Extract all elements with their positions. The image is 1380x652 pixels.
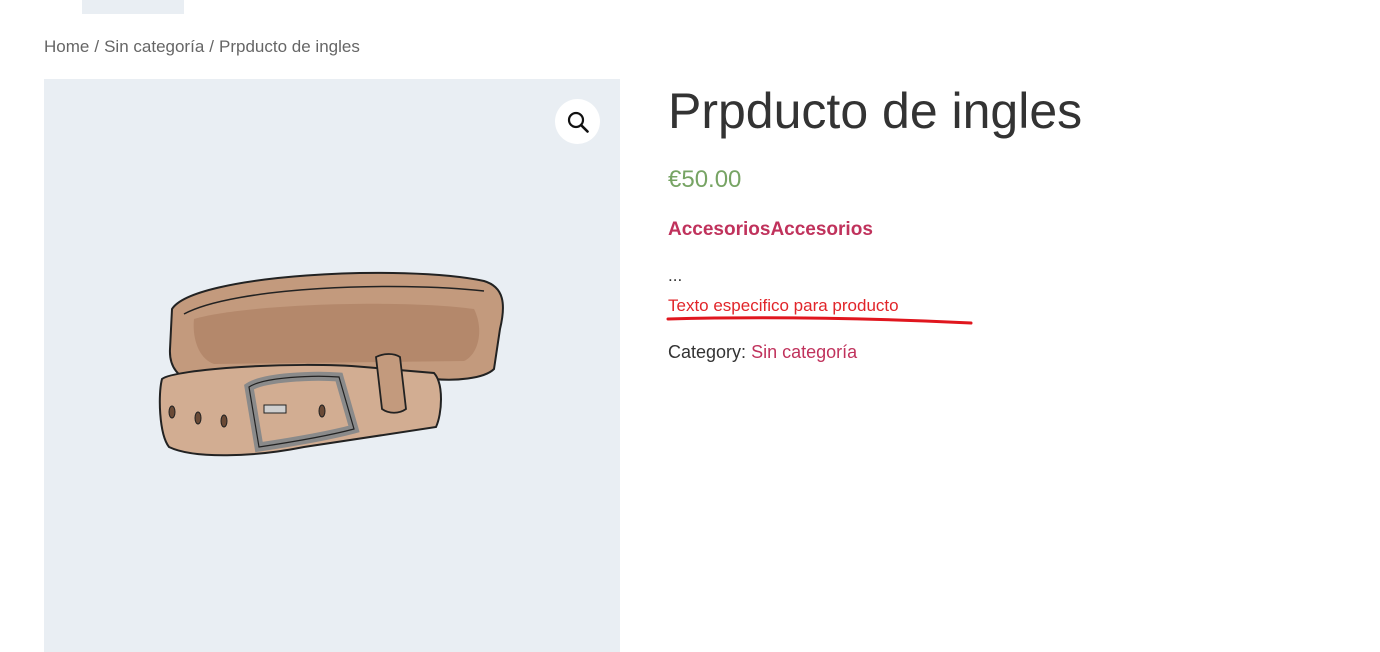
category-link[interactable]: Sin categoría <box>751 342 857 362</box>
breadcrumb-separator: / <box>94 37 100 56</box>
product-gallery[interactable] <box>44 79 620 652</box>
category-label: Category: <box>668 342 747 362</box>
zoom-button[interactable] <box>555 99 600 144</box>
breadcrumb: Home / Sin categoría / Prpducto de ingles <box>44 37 360 57</box>
product-summary: Prpducto de ingles €50.00 AccesoriosAcce… <box>666 80 1348 362</box>
short-description-ellipsis: ... <box>668 266 683 285</box>
breadcrumb-home-link[interactable]: Home <box>44 37 89 56</box>
top-nav-tab[interactable] <box>82 0 184 14</box>
annotation-underline <box>666 316 973 325</box>
product-attribute-label: AccesoriosAccesorios <box>668 219 873 240</box>
breadcrumb-separator: / <box>209 37 215 56</box>
product-custom-text: Texto especifico para producto <box>668 296 899 315</box>
product-title: Prpducto de ingles <box>668 83 1083 139</box>
magnifier-icon <box>567 111 589 133</box>
product-meta: Category: Sin categoría <box>668 342 857 363</box>
breadcrumb-category-link[interactable]: Sin categoría <box>104 37 204 56</box>
breadcrumb-current: Prpducto de ingles <box>219 37 360 56</box>
product-image-belt[interactable] <box>154 269 514 479</box>
product-price: €50.00 <box>668 166 742 193</box>
